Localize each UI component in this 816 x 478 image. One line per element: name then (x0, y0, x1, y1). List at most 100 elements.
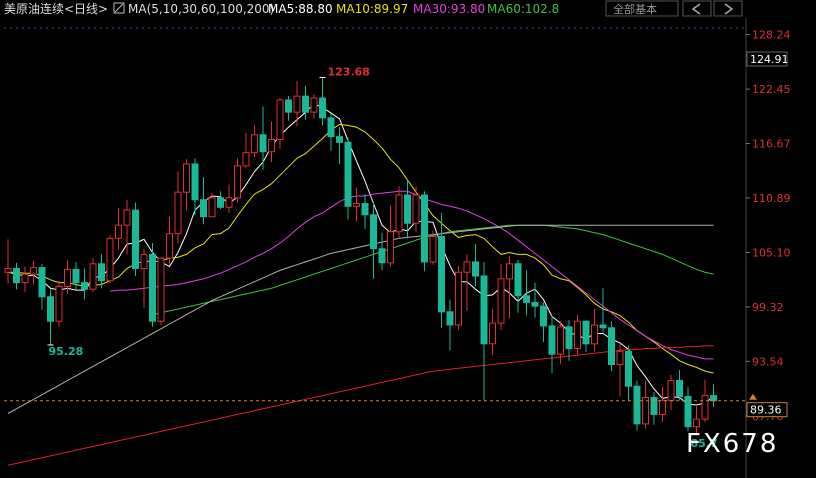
candle (149, 243, 156, 327)
candle (115, 208, 122, 250)
candle (327, 113, 335, 151)
y-tick-label: 116.67 (752, 138, 791, 151)
candle (81, 268, 88, 300)
candle (387, 205, 394, 267)
range-button-label: 全部基本 (613, 2, 657, 16)
candle (523, 270, 530, 316)
candle (191, 158, 199, 215)
candle (234, 158, 241, 203)
period-label: <日线> (64, 2, 108, 16)
candle (183, 159, 190, 211)
candle (310, 94, 318, 119)
candle (480, 261, 488, 401)
candle (608, 321, 615, 372)
candle (174, 171, 182, 244)
candle (642, 380, 649, 429)
candle (217, 191, 224, 210)
candle (540, 302, 547, 342)
candle (506, 256, 513, 319)
candle (353, 187, 360, 222)
y-tick-label: 122.45 (752, 83, 791, 96)
candle (625, 345, 632, 401)
candle (404, 179, 411, 239)
candle (166, 216, 173, 265)
last-price-value: 89.36 (750, 404, 782, 417)
last-price-tag: 89.36 (746, 402, 788, 418)
candle (472, 244, 479, 287)
candle (489, 308, 496, 356)
candle (421, 191, 428, 272)
candle (676, 370, 683, 401)
chevron-left-icon[interactable] (682, 0, 712, 17)
candle (455, 265, 462, 330)
candle (574, 314, 581, 356)
y-tick-label: 99.32 (752, 301, 784, 314)
candle (123, 199, 131, 255)
candle (157, 257, 165, 325)
candle (514, 260, 522, 313)
candle (268, 121, 275, 163)
candle (13, 262, 20, 290)
candle (132, 202, 139, 277)
candle (616, 343, 624, 397)
candle (89, 258, 97, 293)
ma-line-ma200 (7, 345, 714, 466)
range-button[interactable]: 全部基本 (605, 0, 679, 17)
chevron-right-icon[interactable] (713, 0, 743, 17)
candle (659, 387, 666, 422)
y-tick-label: 93.54 (752, 355, 784, 368)
candle (47, 289, 54, 345)
ma-line-ma10 (8, 123, 714, 374)
candle (650, 391, 658, 425)
candle (344, 137, 352, 220)
candle (395, 186, 403, 238)
candle (710, 384, 717, 407)
y-axis-ticks: 128.24 122.45 116.67 110.89 105.10 99.32 93.54… (746, 29, 791, 423)
candles (4, 77, 717, 436)
candle (582, 320, 590, 353)
ma-line-ma100 (7, 224, 714, 414)
candle (548, 315, 556, 374)
candle (259, 106, 267, 170)
watermark: FX678 (686, 429, 778, 459)
candle (565, 320, 573, 361)
ma-line-ma5 (7, 103, 714, 406)
candle (30, 260, 37, 285)
candle (378, 232, 386, 271)
y-tick-label: 110.89 (752, 192, 791, 205)
candle (336, 127, 343, 164)
ma10-value: MA10:89.97 (336, 2, 408, 16)
max-visible-tag: 124.91 (746, 51, 789, 67)
candle (285, 96, 292, 121)
candle (370, 201, 377, 279)
candle (463, 254, 471, 311)
candle (361, 194, 369, 229)
candle (106, 235, 114, 284)
candle (531, 282, 539, 318)
candle (599, 288, 607, 333)
candle (293, 81, 301, 127)
max-visible-value: 124.91 (750, 53, 789, 66)
candle (446, 299, 454, 351)
candle (21, 266, 29, 293)
y-tick-label: 105.10 (752, 246, 791, 259)
candle (276, 98, 284, 149)
high-annotation: 123.68 (328, 66, 370, 79)
ma5-value: MA5:88.80 (268, 2, 333, 16)
moving-average-lines (7, 103, 714, 466)
candle (140, 248, 148, 309)
instrument-name: 美原油连续 (4, 1, 64, 16)
candle (4, 239, 12, 284)
ma30-value: MA30:93.80 (413, 2, 485, 16)
candlestick-chart: 美原油连续 <日线> MA(5,10,30,60,100,200) MA5:88… (0, 0, 816, 478)
low-annotation: 95.28 (49, 345, 84, 358)
ma-params-label: MA(5,10,30,60,100,200) (128, 2, 274, 16)
candle (591, 308, 598, 352)
candle (497, 263, 505, 330)
candle (38, 263, 46, 310)
candle (200, 177, 207, 225)
y-tick-label: 128.24 (752, 29, 791, 42)
candle (225, 184, 233, 213)
candle (633, 380, 641, 431)
candle (55, 280, 63, 327)
